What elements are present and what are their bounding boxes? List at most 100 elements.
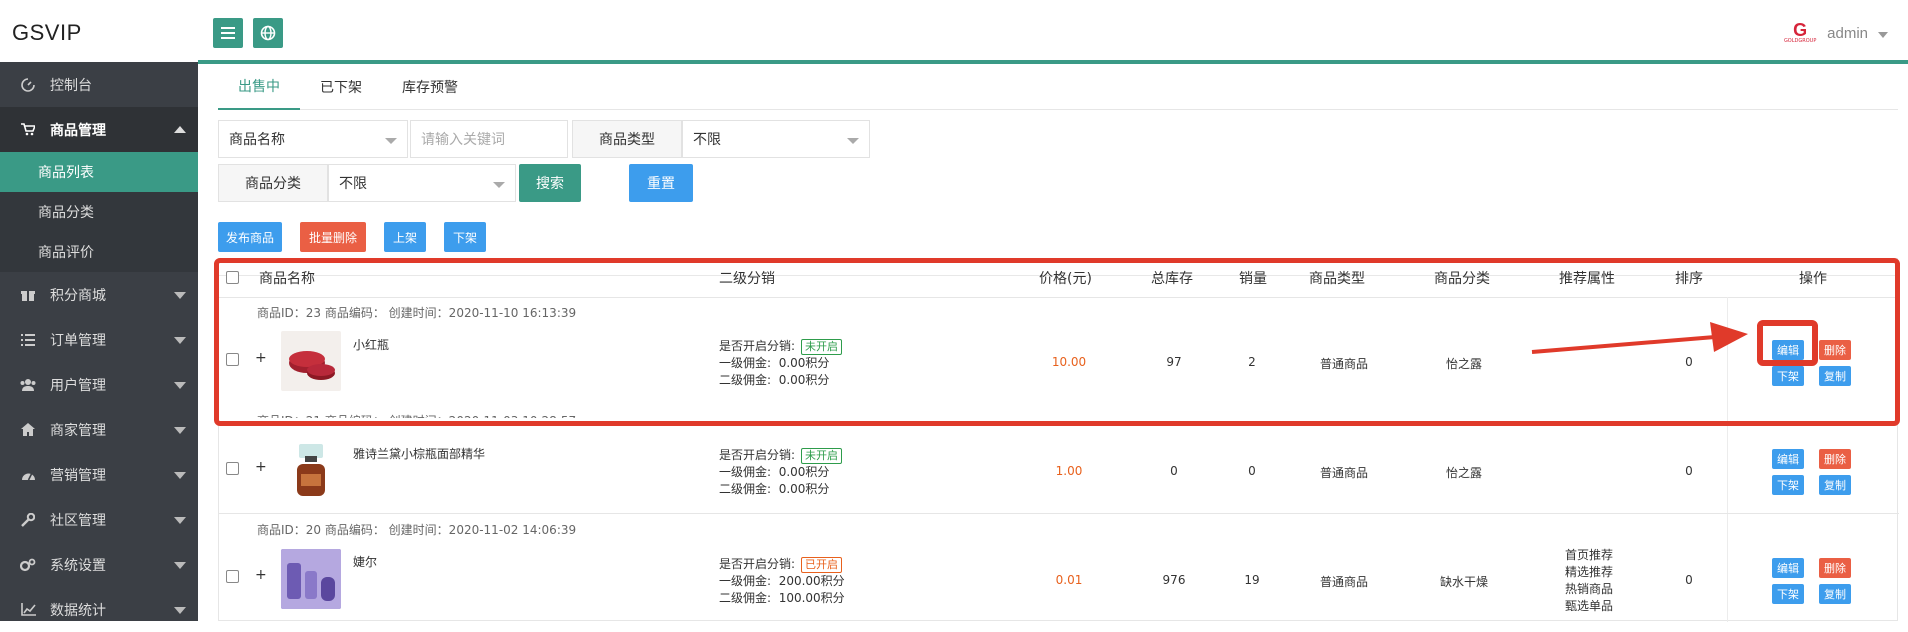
- search-button[interactable]: 搜索: [519, 164, 581, 202]
- sidebar: 控制台 商品管理 商品列表 商品分类 商品评价 积分商城 订单管理 用户管理 商…: [0, 62, 198, 621]
- off-shelf-button[interactable]: 下架: [444, 222, 486, 252]
- globe-icon: [260, 25, 276, 41]
- delete-button[interactable]: 删除: [1819, 558, 1851, 578]
- cart-icon: [20, 122, 36, 138]
- sidebar-item-users[interactable]: 用户管理: [0, 362, 198, 407]
- sidebar-item-goods[interactable]: 商品管理: [0, 107, 198, 152]
- goods-type-label-text: 商品类型: [599, 132, 655, 148]
- sidebar-item-label: 用户管理: [50, 377, 106, 394]
- level1-label: 一级佣金:: [719, 574, 772, 588]
- sidebar-item-label: 控制台: [50, 77, 92, 94]
- recommend-tag: 首页推荐: [1565, 548, 1614, 562]
- sidebar-item-orders[interactable]: 订单管理: [0, 317, 198, 362]
- sidebar-subitem-goods-category[interactable]: 商品分类: [0, 192, 198, 232]
- chevron-down-icon: [174, 427, 186, 434]
- top-bar: GSVIP G GOLDGROUP admin: [0, 0, 1908, 62]
- row-checkbox[interactable]: [226, 462, 239, 475]
- sidebar-item-community[interactable]: 社区管理: [0, 497, 198, 542]
- edit-button[interactable]: 编辑: [1772, 558, 1804, 578]
- goods-type: 普通商品: [1319, 466, 1368, 480]
- sidebar-item-label: 系统设置: [50, 557, 106, 574]
- dist-enabled-label: 是否开启分销:: [719, 448, 796, 462]
- menu-toggle-button[interactable]: [213, 18, 243, 48]
- take-down-button[interactable]: 下架: [1772, 475, 1804, 495]
- filter-row-2: 商品分类 不限: [218, 164, 516, 202]
- sidebar-item-marketing[interactable]: 营销管理: [0, 452, 198, 497]
- home-icon: [20, 422, 36, 438]
- expand-icon[interactable]: +: [255, 459, 267, 475]
- row-checkbox[interactable]: [226, 570, 239, 583]
- recommend-tag: 热销商品: [1565, 582, 1614, 596]
- sidebar-item-dashboard[interactable]: 控制台: [0, 62, 198, 107]
- wrench-icon: [20, 512, 36, 528]
- sort-value: 0: [1685, 464, 1693, 478]
- gears-icon: [20, 557, 36, 573]
- product-image: [281, 549, 341, 609]
- row-divider: [219, 513, 1899, 514]
- sidebar-item-label: 数据统计: [50, 602, 106, 619]
- sidebar-subitem-goods-list[interactable]: 商品列表: [0, 152, 198, 192]
- keyword-input[interactable]: 请输入关键词: [410, 120, 568, 158]
- stock: 976: [1162, 573, 1186, 587]
- product-name[interactable]: 雅诗兰黛小棕瓶面部精华: [353, 445, 485, 462]
- sidebar-item-label: 社区管理: [50, 512, 106, 529]
- avatar-logo-letter: G: [1793, 20, 1808, 40]
- tab-off-shelf[interactable]: 已下架: [300, 64, 382, 110]
- goods-category-select[interactable]: 不限: [328, 164, 516, 202]
- goods-category-label: 商品分类: [218, 164, 328, 202]
- copy-button[interactable]: 复制: [1819, 475, 1851, 495]
- batch-delete-button[interactable]: 批量删除: [300, 222, 366, 252]
- sidebar-item-points-mall[interactable]: 积分商城: [0, 272, 198, 317]
- sort-value: 0: [1685, 573, 1693, 587]
- reset-button[interactable]: 重置: [629, 164, 693, 202]
- distribution-info: 是否开启分销: 已开启 一级佣金: 200.00积分 二级佣金: 100.00积分: [719, 556, 845, 607]
- dist-status-badge: 已开启: [801, 557, 843, 573]
- goods-type-select[interactable]: 不限: [682, 120, 870, 158]
- sales: 19: [1244, 573, 1260, 587]
- tab-on-sale[interactable]: 出售中: [218, 64, 300, 110]
- sidebar-item-statistics[interactable]: 数据统计: [0, 587, 198, 632]
- chevron-down-icon: [174, 472, 186, 479]
- user-menu[interactable]: G GOLDGROUP admin: [1783, 20, 1888, 46]
- level2-label: 二级佣金:: [719, 482, 772, 496]
- delete-button[interactable]: 删除: [1819, 449, 1851, 469]
- sidebar-item-label: 积分商城: [50, 287, 106, 304]
- dashboard-icon: [20, 77, 36, 93]
- filter-row-1: 商品名称 请输入关键词 商品类型 不限: [218, 120, 870, 158]
- publish-goods-button[interactable]: 发布商品: [218, 222, 282, 252]
- status-tabs: 出售中 已下架 库存预警: [218, 64, 1898, 110]
- tab-stock-warning[interactable]: 库存预警: [382, 64, 478, 110]
- goods-category: 缺水干燥: [1439, 575, 1488, 589]
- chevron-down-icon: [174, 382, 186, 389]
- sidebar-item-label: 商家管理: [50, 422, 106, 439]
- app-logo: GSVIP: [12, 20, 82, 45]
- chevron-down-icon: [174, 292, 186, 299]
- price: 0.01: [1055, 573, 1083, 587]
- sidebar-item-settings[interactable]: 系统设置: [0, 542, 198, 587]
- goods-category: 怡之露: [1445, 466, 1482, 480]
- expand-icon[interactable]: +: [255, 567, 267, 583]
- chevron-down-icon: [385, 138, 397, 144]
- on-shelf-button[interactable]: 上架: [384, 222, 426, 252]
- copy-button[interactable]: 复制: [1819, 584, 1851, 604]
- gift-icon: [20, 287, 36, 303]
- edit-button[interactable]: 编辑: [1772, 449, 1804, 469]
- goods-type-label: 商品类型: [572, 120, 682, 158]
- level2-value: 100.00积分: [778, 591, 845, 605]
- chevron-down-icon: [847, 138, 859, 144]
- sidebar-item-label: 订单管理: [50, 332, 106, 349]
- take-down-button[interactable]: 下架: [1772, 584, 1804, 604]
- globe-button[interactable]: [253, 18, 283, 48]
- sales: 0: [1248, 464, 1256, 478]
- recommend-tags: 首页推荐 精选推荐 热销商品 甄选单品: [1565, 547, 1613, 615]
- sidebar-item-merchants[interactable]: 商家管理: [0, 407, 198, 452]
- product-name[interactable]: 婕尔: [353, 553, 377, 570]
- sidebar-subitem-goods-review[interactable]: 商品评价: [0, 232, 198, 272]
- search-field-select[interactable]: 商品名称: [218, 120, 408, 158]
- list-icon: [20, 332, 36, 348]
- product-image: [281, 440, 341, 500]
- user-name: admin: [1827, 24, 1868, 42]
- sidebar-item-label: 营销管理: [50, 467, 106, 484]
- chevron-down-icon: [174, 607, 186, 614]
- goods-category-value: 不限: [339, 176, 367, 192]
